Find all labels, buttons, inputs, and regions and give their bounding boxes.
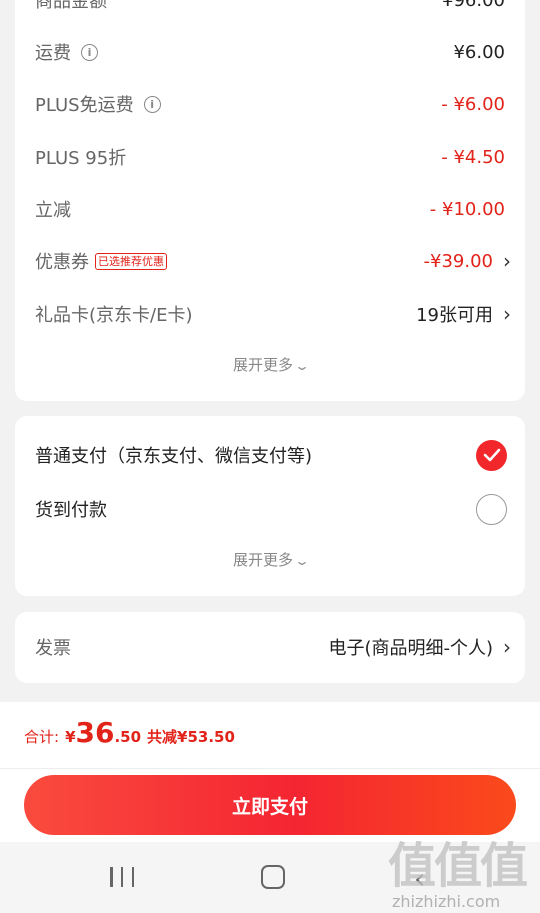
instant-reduction-value: - ¥10.00 — [429, 198, 505, 220]
instant-reduction-label: 立减 — [35, 200, 71, 221]
gift-card-label: 礼品卡(京东卡/E卡) — [35, 305, 193, 326]
goods-amount-row: 商品金额 ¥96.00 — [15, 0, 525, 20]
payment-option-label: 货到付款 — [35, 500, 107, 521]
shipping-label: 运费 — [35, 43, 71, 64]
watermark-chars: 值值值 — [388, 838, 528, 894]
recommended-coupon-badge: 已选推荐优惠 — [95, 252, 167, 270]
expand-more-link[interactable]: 展开更多⌄ — [15, 549, 525, 570]
chevron-down-icon: ⌄ — [293, 554, 311, 568]
shipping-value: ¥6.00 — [453, 41, 505, 63]
payment-method-card: 普通支付（京东支付、微信支付等) 货到付款 展开更多⌄ — [15, 416, 525, 596]
plus-discount-row: PLUS 95折 - ¥4.50 — [15, 137, 525, 177]
coupon-value: -¥39.00 — [423, 250, 493, 272]
invoice-label: 发票 — [35, 638, 71, 659]
expand-more-label: 展开更多 — [232, 356, 293, 374]
watermark-logo: 值值值 zhizhizhi.com — [388, 826, 538, 911]
plus-free-shipping-value: - ¥6.00 — [441, 93, 505, 115]
recent-apps-icon[interactable] — [110, 867, 134, 887]
plus-free-shipping-row: PLUS免运费 i - ¥6.00 — [15, 84, 525, 124]
goods-amount-label: 商品金额 — [35, 0, 107, 12]
instant-reduction-row: 立减 - ¥10.00 — [15, 189, 525, 229]
chevron-right-icon: › — [503, 249, 511, 273]
goods-amount-value: ¥96.00 — [442, 0, 505, 11]
gift-card-value: 19张可用 — [416, 305, 493, 326]
coupon-row[interactable]: 优惠券 已选推荐优惠 -¥39.00 › — [15, 241, 525, 281]
expand-more-link[interactable]: 展开更多⌄ — [15, 354, 525, 375]
radio-checked-icon[interactable] — [476, 439, 507, 471]
total-integer: 36 — [75, 716, 115, 749]
gift-card-row[interactable]: 礼品卡(京东卡/E卡) 19张可用 › — [15, 294, 525, 334]
payment-option-normal[interactable]: 普通支付（京东支付、微信支付等) — [15, 435, 525, 475]
shipping-row: 运费 i ¥6.00 — [15, 32, 525, 72]
price-details-card: 商品金额 ¥96.00 运费 i ¥6.00 PLUS免运费 i - ¥6.00 P… — [15, 0, 525, 401]
info-icon[interactable]: i — [143, 95, 161, 113]
checkout-bar: 合计: ¥ 36 .50 共减¥53.50 立即支付 — [0, 702, 540, 842]
currency-symbol: ¥ — [65, 728, 76, 746]
total-saved: 共减¥53.50 — [147, 728, 235, 746]
plus-discount-label: PLUS 95折 — [35, 148, 127, 169]
payment-option-label: 普通支付（京东支付、微信支付等) — [35, 446, 313, 467]
info-icon[interactable]: i — [81, 43, 98, 61]
total-summary: 合计: ¥ 36 .50 共减¥53.50 — [24, 716, 235, 766]
radio-unchecked-icon[interactable] — [476, 493, 507, 525]
total-label: 合计: — [24, 728, 60, 746]
chevron-right-icon: › — [503, 635, 511, 659]
coupon-label: 优惠券 — [35, 252, 89, 273]
plus-free-shipping-label: PLUS免运费 — [35, 95, 134, 116]
expand-more-label: 展开更多 — [232, 551, 293, 569]
invoice-card[interactable]: 发票 电子(商品明细-个人) › — [15, 612, 525, 683]
total-decimal: .50 — [114, 728, 142, 746]
plus-discount-value: - ¥4.50 — [441, 146, 505, 168]
invoice-row[interactable]: 发票 电子(商品明细-个人) › — [15, 627, 525, 667]
divider — [0, 768, 540, 769]
chevron-right-icon: › — [503, 302, 511, 326]
payment-option-cod[interactable]: 货到付款 — [15, 489, 525, 529]
home-icon[interactable] — [261, 865, 285, 889]
chevron-down-icon: ⌄ — [293, 359, 311, 373]
invoice-value: 电子(商品明细-个人) — [328, 638, 493, 659]
